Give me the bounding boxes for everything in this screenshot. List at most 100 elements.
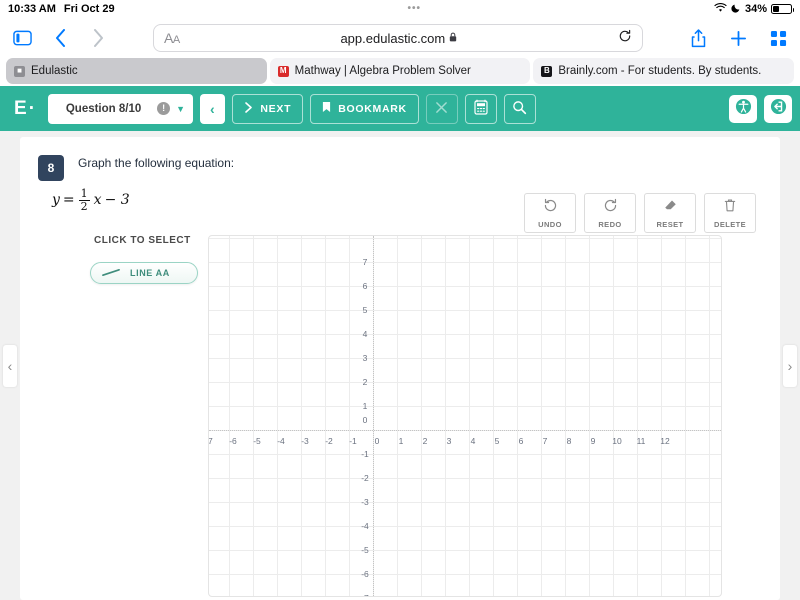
content-area: ‹ 8 Graph the following equation: y = 1 … xyxy=(0,131,800,600)
browser-tab-edulastic[interactable]: ■ Edulastic xyxy=(6,58,267,84)
prev-item-nav[interactable]: ‹ xyxy=(0,131,20,600)
y-axis xyxy=(373,236,374,596)
x-axis-tick: 0 xyxy=(374,436,380,446)
undo-icon xyxy=(543,198,558,218)
chevron-right-icon xyxy=(244,101,253,116)
close-icon xyxy=(435,101,448,117)
bookmark-label: BOOKMARK xyxy=(338,102,407,115)
bookmark-button[interactable]: BOOKMARK xyxy=(310,93,419,124)
x-axis-tick: 5 xyxy=(494,436,500,446)
y-axis-tick: -5 xyxy=(361,545,369,555)
question-selector[interactable]: Question 8/10 ! ▼ xyxy=(48,93,194,124)
x-axis-tick: 6 xyxy=(518,436,524,446)
fraction-numerator: 1 xyxy=(80,187,88,200)
browser-tab-bar: ■ Edulastic M Mathway | Algebra Problem … xyxy=(0,58,800,86)
question-number-badge: 8 xyxy=(38,155,64,181)
sidebar-icon[interactable] xyxy=(10,26,34,50)
y-axis-origin-label: 0 xyxy=(362,415,368,425)
undo-button[interactable]: UNDO xyxy=(524,193,576,233)
tool-palette: CLICK TO SELECT LINE AA xyxy=(38,235,198,284)
line-segment-icon xyxy=(101,264,121,282)
calculator-button[interactable] xyxy=(464,93,497,124)
share-icon[interactable] xyxy=(686,26,710,50)
address-bar[interactable]: AA app.edulastic.com xyxy=(153,24,643,52)
next-question-button[interactable]: NEXT xyxy=(232,93,304,124)
calculator-icon xyxy=(474,99,488,118)
x-axis-tick: -7 xyxy=(208,436,213,446)
close-button[interactable] xyxy=(425,93,458,124)
tab-title: Mathway | Algebra Problem Solver xyxy=(294,65,471,77)
x-axis-tick: -4 xyxy=(277,436,285,446)
x-axis-tick: 8 xyxy=(566,436,572,446)
question-prompt: Graph the following equation: xyxy=(78,156,235,170)
browser-forward-button[interactable] xyxy=(86,26,110,50)
x-axis xyxy=(209,430,721,431)
y-axis-tick: 5 xyxy=(362,305,368,315)
x-axis-tick: 10 xyxy=(612,436,622,446)
y-axis-tick: -3 xyxy=(361,497,369,507)
reload-icon[interactable] xyxy=(618,29,632,48)
undo-label: UNDO xyxy=(538,219,562,229)
grid-lines xyxy=(209,236,721,596)
fraction-denominator: 2 xyxy=(78,199,90,213)
exit-button[interactable] xyxy=(764,94,792,123)
accessibility-icon xyxy=(735,98,752,120)
y-axis-tick: 6 xyxy=(362,281,368,291)
x-axis-tick: 11 xyxy=(636,436,646,446)
next-label: NEXT xyxy=(260,102,292,115)
accessibility-button[interactable] xyxy=(729,94,757,123)
coordinate-grid[interactable]: -7-6-5-4-3-2-101234567891011127654321-1-… xyxy=(208,235,722,597)
chevron-left-icon[interactable]: ‹ xyxy=(3,344,17,387)
lock-icon xyxy=(449,32,457,45)
delete-button[interactable]: DELETE xyxy=(704,193,756,233)
x-axis-tick: -3 xyxy=(301,436,309,446)
tool-palette-title: CLICK TO SELECT xyxy=(94,235,191,246)
wifi-icon xyxy=(714,2,727,16)
reset-button[interactable]: RESET xyxy=(644,193,696,233)
tab-title: Edulastic xyxy=(31,65,78,77)
y-axis-tick: 3 xyxy=(362,353,368,363)
y-axis-tick: 7 xyxy=(362,257,368,267)
chevron-down-icon[interactable]: ▼ xyxy=(176,104,185,114)
url-text: app.edulastic.com xyxy=(180,31,618,46)
text-size-button[interactable]: AA xyxy=(164,30,180,46)
browser-tab-brainly[interactable]: B Brainly.com - For students. By student… xyxy=(533,58,795,84)
x-axis-tick: 9 xyxy=(590,436,596,446)
edulastic-logo[interactable]: E · xyxy=(8,98,41,120)
x-axis-tick: 1 xyxy=(398,436,404,446)
info-icon[interactable]: ! xyxy=(157,102,171,115)
x-axis-tick: -1 xyxy=(349,436,357,446)
y-axis-tick: -4 xyxy=(361,521,369,531)
y-axis-tick: -1 xyxy=(361,449,369,459)
status-time: 10:33 AM xyxy=(8,3,56,15)
tabs-grid-icon[interactable] xyxy=(766,26,790,50)
status-date: Fri Oct 29 xyxy=(63,3,115,15)
x-axis-tick: 12 xyxy=(660,436,670,446)
redo-button[interactable]: REDO xyxy=(584,193,636,233)
graph-edit-toolbar: UNDO REDO RESET DELETE xyxy=(524,193,756,233)
tool-line-aa[interactable]: LINE AA xyxy=(90,262,198,284)
x-axis-tick: -5 xyxy=(253,436,261,446)
new-tab-icon[interactable] xyxy=(726,26,750,50)
chevron-right-icon[interactable]: › xyxy=(783,344,797,387)
search-button[interactable] xyxy=(503,93,536,124)
next-item-nav[interactable]: › xyxy=(780,131,800,600)
edulastic-favicon: ■ xyxy=(14,65,25,77)
prev-question-button[interactable]: ‹ xyxy=(200,93,226,124)
tab-title: Brainly.com - For students. By students. xyxy=(558,65,762,77)
tool-line-aa-label: LINE AA xyxy=(130,268,170,278)
x-axis-tick: -6 xyxy=(229,436,237,446)
browser-toolbar: AA app.edulastic.com xyxy=(0,18,800,58)
y-axis-tick: -2 xyxy=(361,473,369,483)
browser-tab-mathway[interactable]: M Mathway | Algebra Problem Solver xyxy=(269,58,531,84)
browser-back-button[interactable] xyxy=(48,26,72,50)
reset-label: RESET xyxy=(656,219,684,229)
chevron-left-icon: ‹ xyxy=(210,100,216,117)
y-axis-tick: 1 xyxy=(362,401,368,411)
brainly-favicon: B xyxy=(541,65,553,77)
x-axis-tick: 7 xyxy=(542,436,548,446)
eraser-icon xyxy=(663,198,678,218)
y-axis-tick: -7 xyxy=(361,593,369,596)
question-header: 8 Graph the following equation: xyxy=(20,137,780,181)
equation-rhs: − 3 xyxy=(104,192,130,209)
